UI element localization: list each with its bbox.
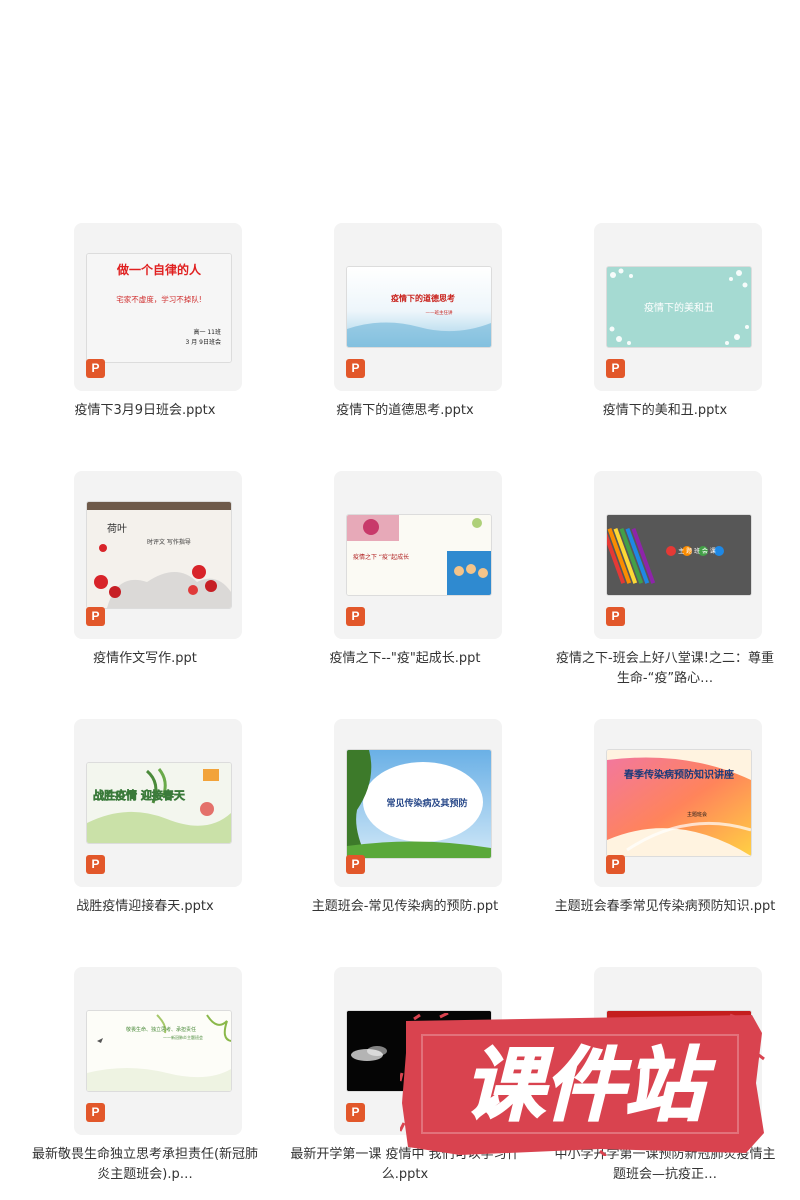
thumbnail-graphic: 疫情之下 “疫”起成长 (347, 515, 491, 595)
slide-title: 敬畏生命、独立思考、承担责任 (126, 1026, 196, 1033)
thumbnail-graphic: 荷叶 时评文 写作指导 (87, 502, 231, 608)
file-name[interactable]: 疫情下的美和丑.pptx (550, 401, 780, 421)
slide-title: 疫情之下 “疫”起成长 (353, 553, 409, 561)
file-card[interactable]: 战胜疫情 迎接春天 P (74, 719, 242, 887)
slide-thumbnail: 主 题 班 会 课 (606, 514, 752, 596)
file-name[interactable]: 战胜疫情迎接春天.pptx (30, 897, 260, 917)
slide-badge: 荷叶 (107, 523, 127, 535)
slide-title: 春季传染病预防知识讲座 (624, 768, 734, 781)
thumbnail-graphic: 主 题 班 会 课 (607, 515, 751, 595)
ppt-icon: P (346, 1103, 365, 1122)
file-name[interactable]: 疫情下的道德思考.pptx (290, 401, 520, 421)
ppt-icon: P (346, 607, 365, 626)
thumbnail-graphic (347, 1011, 491, 1091)
ppt-icon: P (606, 607, 625, 626)
slide-thumbnail: 战胜疫情 迎接春天 (86, 762, 232, 844)
slide-thumbnail: 疫情下的美和丑 (606, 266, 752, 348)
ppt-icon: P (606, 855, 625, 874)
slide-title: 疫情下的道德思考 (391, 293, 455, 303)
file-grid: 做一个自律的人 宅家不虚度，学习不掉队! 高一 11班 3 月 9日班会 P 疫… (0, 0, 800, 1200)
thumbnail-graphic: 战胜疫情 迎接春天 (87, 763, 231, 843)
slide-thumbnail: 疫情之下 “疫”起成长 (346, 514, 492, 596)
thumbnail-graphic: 春季传染病预防知识讲座 主题班会 (607, 750, 751, 856)
slide-title: 常见传染病及其预防 (386, 797, 467, 809)
slide-subtitle: 宅家不虚度，学习不掉队! (116, 294, 202, 304)
slide-title: 时评文 写作指导 (147, 538, 191, 546)
file-card[interactable]: 开学第一课 抗疫正能量 P (594, 967, 762, 1135)
file-name[interactable]: 主题班会春季常见传染病预防知识.ppt (550, 897, 780, 917)
file-card[interactable]: 疫情下的道德思考 ——班主任讲 P (334, 223, 502, 391)
slide-subtitle: ——新冠肺炎主题班会 (163, 1034, 203, 1040)
slide-thumbnail: 疫情下的道德思考 ——班主任讲 (346, 266, 492, 348)
slide-thumbnail: 做一个自律的人 宅家不虚度，学习不掉队! 高一 11班 3 月 9日班会 (86, 253, 232, 363)
slide-thumbnail: 开学第一课 抗疫正能量 (606, 1010, 752, 1092)
file-name[interactable]: 疫情之下-班会上好八堂课!之二：尊重生命-“疫”路心… (550, 649, 780, 689)
ppt-icon: P (86, 1103, 105, 1122)
thumbnail-graphic: 做一个自律的人 宅家不虚度，学习不掉队! 高一 11班 3 月 9日班会 (87, 254, 231, 362)
slide-title: 做一个自律的人 (116, 262, 202, 277)
file-card[interactable]: 敬畏生命、独立思考、承担责任 ——新冠肺炎主题班会 P (74, 967, 242, 1135)
slide-note: 3 月 9日班会 (186, 338, 221, 346)
file-card[interactable]: 春季传染病预防知识讲座 主题班会 P (594, 719, 762, 887)
thumbnail-graphic: 疫情下的道德思考 ——班主任讲 (347, 267, 491, 347)
thumbnail-graphic: 疫情下的美和丑 (607, 267, 751, 347)
slide-subtitle: 主题班会 (687, 811, 707, 818)
file-name[interactable]: 疫情之下--"疫"起成长.ppt (290, 649, 520, 669)
file-card[interactable]: 常见传染病及其预防 P (334, 719, 502, 887)
ppt-icon: P (346, 855, 365, 874)
ppt-icon: P (346, 359, 365, 378)
thumbnail-graphic: 敬畏生命、独立思考、承担责任 ——新冠肺炎主题班会 (87, 1011, 231, 1091)
file-name[interactable]: 主题班会-常见传染病的预防.ppt (290, 897, 520, 917)
file-name[interactable]: 最新开学第一课 疫情中 我们可以学习什么.pptx (290, 1145, 520, 1185)
file-card[interactable]: 做一个自律的人 宅家不虚度，学习不掉队! 高一 11班 3 月 9日班会 P (74, 223, 242, 391)
slide-thumbnail: 敬畏生命、独立思考、承担责任 ——新冠肺炎主题班会 (86, 1010, 232, 1092)
slide-thumbnail: 常见传染病及其预防 (346, 749, 492, 859)
file-name[interactable]: 疫情作文写作.ppt (30, 649, 260, 669)
slide-title: 主 题 班 会 课 (678, 547, 716, 555)
file-card[interactable]: 疫情下的美和丑 P (594, 223, 762, 391)
slide-thumbnail (346, 1010, 492, 1092)
ppt-icon: P (86, 607, 105, 626)
ppt-icon: P (86, 359, 105, 378)
thumbnail-graphic: 开学第一课 抗疫正能量 (607, 1011, 751, 1091)
file-name[interactable]: 疫情下3月9日班会.pptx (30, 401, 260, 421)
thumbnail-graphic: 常见传染病及其预防 (347, 750, 491, 858)
slide-thumbnail: 春季传染病预防知识讲座 主题班会 (606, 749, 752, 857)
slide-title: 开学第一课 抗疫正能量 (648, 1023, 710, 1031)
ppt-icon: P (86, 855, 105, 874)
ppt-icon: P (606, 359, 625, 378)
slide-subtitle: ——班主任讲 (426, 309, 453, 316)
file-card[interactable]: 荷叶 时评文 写作指导 P (74, 471, 242, 639)
slide-title: 战胜疫情 迎接春天 (93, 788, 186, 802)
file-card[interactable]: P (334, 967, 502, 1135)
file-card[interactable]: 疫情之下 “疫”起成长 P (334, 471, 502, 639)
slide-thumbnail: 荷叶 时评文 写作指导 (86, 501, 232, 609)
file-name[interactable]: 中小学开学第一课预防新冠肺炎疫情主题班会—抗疫正… (550, 1145, 780, 1185)
slide-note: 高一 11班 (193, 328, 221, 336)
file-card[interactable]: 主 题 班 会 课 P (594, 471, 762, 639)
file-name[interactable]: 最新敬畏生命独立思考承担责任(新冠肺炎主题班会).p… (30, 1145, 260, 1185)
ppt-icon: P (606, 1103, 625, 1122)
slide-title: 疫情下的美和丑 (644, 301, 714, 314)
